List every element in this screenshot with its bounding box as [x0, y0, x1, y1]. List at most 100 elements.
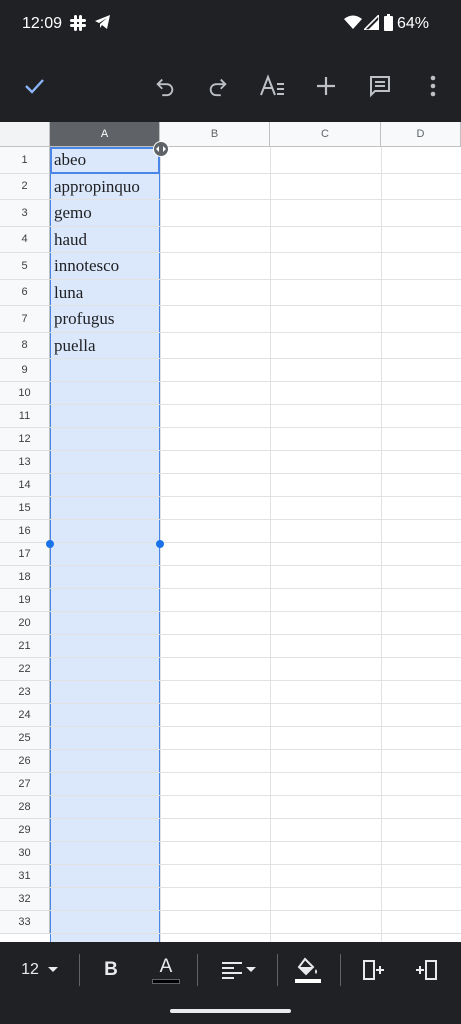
- row-header[interactable]: 32: [0, 888, 50, 911]
- row-header[interactable]: 12: [0, 428, 50, 451]
- divider: [340, 954, 341, 986]
- row-header[interactable]: 16: [0, 520, 50, 543]
- redo-icon: [209, 78, 227, 97]
- row-header[interactable]: 31: [0, 865, 50, 888]
- row-header[interactable]: 10: [0, 382, 50, 405]
- insert-column-right-button[interactable]: [360, 954, 388, 986]
- fill-color-button[interactable]: [292, 954, 324, 986]
- battery-icon: [384, 14, 393, 36]
- align-dropdown[interactable]: [216, 954, 260, 986]
- add-icon: [317, 77, 335, 95]
- cell-a6[interactable]: luna: [51, 280, 160, 307]
- dropdown-arrow-icon: [245, 967, 256, 972]
- column-header-a[interactable]: A: [50, 122, 160, 147]
- cell-a4[interactable]: haud: [51, 227, 160, 254]
- more-vert-icon: [430, 75, 436, 97]
- align-left-icon: [221, 962, 242, 979]
- row-header[interactable]: 4: [0, 226, 50, 253]
- row-header[interactable]: 1: [0, 147, 50, 174]
- row-header[interactable]: 28: [0, 796, 50, 819]
- row-header[interactable]: 17: [0, 543, 50, 566]
- row-header[interactable]: 2: [0, 173, 50, 200]
- table-row: [50, 543, 461, 566]
- cell-signal-icon: [362, 13, 380, 35]
- table-row: [50, 796, 461, 819]
- row-header[interactable]: 14: [0, 474, 50, 497]
- table-row: [50, 865, 461, 888]
- table-row: [50, 681, 461, 704]
- row-header[interactable]: 22: [0, 658, 50, 681]
- table-row: [50, 405, 461, 428]
- row-header[interactable]: 19: [0, 589, 50, 612]
- undo-icon: [156, 78, 174, 97]
- selection-handle-left[interactable]: [46, 540, 54, 548]
- column-header-c[interactable]: C: [270, 122, 381, 147]
- slack-icon: [70, 14, 86, 37]
- status-bar: 12:09 64%: [0, 0, 461, 50]
- text-color-swatch: [152, 978, 180, 984]
- table-row: [50, 451, 461, 474]
- row-header[interactable]: 7: [0, 306, 50, 333]
- font-size-value: 12: [21, 961, 39, 978]
- table-row: [50, 727, 461, 750]
- row-header[interactable]: 33: [0, 911, 50, 934]
- spreadsheet-grid[interactable]: ABCD 1 abeo 2 appropinquo 3 gemo 4 haud 5 innotes…: [0, 122, 461, 942]
- done-button[interactable]: [18, 70, 50, 102]
- cell-a3[interactable]: gemo: [51, 200, 160, 227]
- table-row: [50, 911, 461, 934]
- font-size-dropdown[interactable]: 12: [18, 954, 62, 986]
- text-format-icon: [260, 74, 284, 96]
- more-options-button[interactable]: [417, 70, 449, 102]
- divider: [79, 954, 80, 986]
- table-row: [50, 566, 461, 589]
- row-header[interactable]: 29: [0, 819, 50, 842]
- text-color-button[interactable]: A: [150, 954, 182, 986]
- column-header-b[interactable]: B: [160, 122, 270, 147]
- row-header[interactable]: 9: [0, 359, 50, 382]
- table-row: [50, 520, 461, 543]
- row-header[interactable]: 21: [0, 635, 50, 658]
- insert-button[interactable]: [310, 70, 342, 102]
- row-header[interactable]: 27: [0, 773, 50, 796]
- column-resize-handle[interactable]: [153, 141, 169, 157]
- table-row: [50, 819, 461, 842]
- table-row: [50, 382, 461, 405]
- table-row: [50, 704, 461, 727]
- insert-column-left-button[interactable]: [412, 954, 440, 986]
- redo-button[interactable]: [202, 70, 234, 102]
- row-header[interactable]: 25: [0, 727, 50, 750]
- cell-a8[interactable]: puella: [51, 333, 160, 360]
- row-header[interactable]: 5: [0, 253, 50, 280]
- comment-icon: [370, 76, 390, 98]
- selection-handle-right[interactable]: [156, 540, 164, 548]
- cell-a2[interactable]: appropinquo: [51, 174, 160, 201]
- select-all-corner[interactable]: [0, 122, 50, 147]
- row-header[interactable]: 8: [0, 332, 50, 359]
- editing-toolbar: [0, 50, 461, 122]
- bold-button[interactable]: B: [96, 954, 126, 986]
- home-gesture-pill[interactable]: [170, 1009, 291, 1013]
- cell-a5[interactable]: innotesco: [51, 253, 160, 280]
- row-header[interactable]: 6: [0, 279, 50, 306]
- cell-a7[interactable]: profugus: [51, 306, 160, 333]
- divider: [277, 954, 278, 986]
- comment-button[interactable]: [364, 70, 396, 102]
- row-header[interactable]: 30: [0, 842, 50, 865]
- row-header[interactable]: 18: [0, 566, 50, 589]
- row-header[interactable]: 20: [0, 612, 50, 635]
- format-bar: 12 B A: [0, 942, 461, 998]
- row-header[interactable]: 13: [0, 451, 50, 474]
- row-header[interactable]: 11: [0, 405, 50, 428]
- text-format-button[interactable]: [256, 70, 288, 102]
- undo-button[interactable]: [149, 70, 181, 102]
- row-header[interactable]: 15: [0, 497, 50, 520]
- table-row: [50, 635, 461, 658]
- table-row: [50, 589, 461, 612]
- column-header-d[interactable]: D: [381, 122, 461, 147]
- row-header[interactable]: 23: [0, 681, 50, 704]
- row-header[interactable]: 24: [0, 704, 50, 727]
- insert-column-icon: [363, 960, 384, 980]
- row-header[interactable]: 3: [0, 200, 50, 227]
- row-header[interactable]: 26: [0, 750, 50, 773]
- insert-column-icon: [416, 960, 437, 980]
